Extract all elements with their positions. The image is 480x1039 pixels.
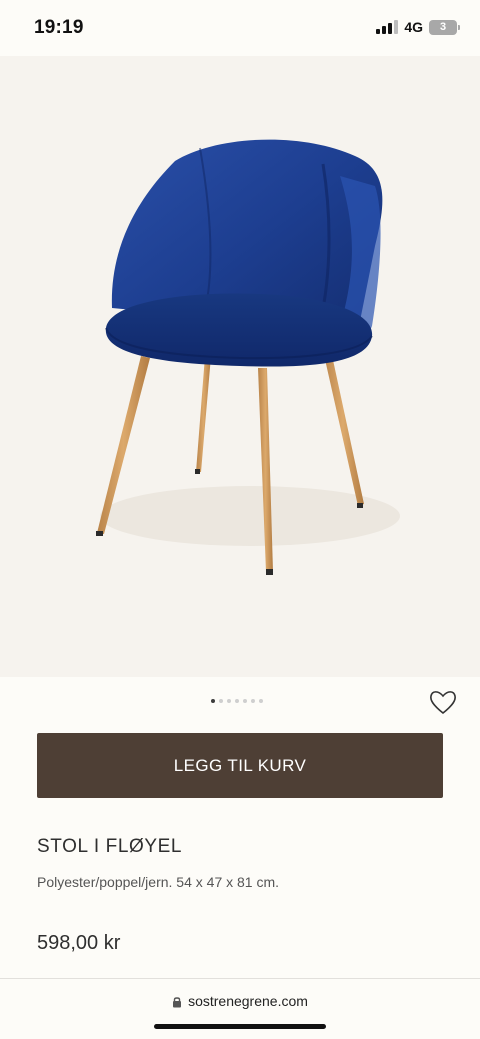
carousel-dot[interactable]	[259, 699, 263, 703]
chair-illustration	[96, 139, 400, 575]
lock-icon	[172, 995, 182, 1008]
carousel-dot[interactable]	[243, 699, 247, 703]
carousel-dot[interactable]	[219, 699, 223, 703]
favorite-heart-icon[interactable]	[428, 688, 458, 716]
battery-icon: 3	[429, 19, 460, 35]
status-bar: 19:19 4G 3	[0, 0, 480, 56]
carousel-dot[interactable]	[227, 699, 231, 703]
product-image[interactable]	[0, 56, 480, 677]
product-title: STOL I FLØYEL	[37, 836, 183, 857]
product-description: Polyester/poppel/jern. 54 x 47 x 81 cm.	[37, 874, 280, 890]
carousel-dots[interactable]	[211, 699, 263, 703]
browser-url-bar[interactable]: sostrenegrene.com	[0, 978, 480, 1039]
signal-icon	[376, 20, 399, 34]
url-text[interactable]: sostrenegrene.com	[188, 993, 308, 1009]
status-indicators: 4G 3	[376, 19, 460, 35]
network-type: 4G	[404, 19, 423, 35]
product-price: 598,00 kr	[37, 932, 121, 954]
carousel-dot[interactable]	[211, 699, 215, 703]
carousel-dot[interactable]	[251, 699, 255, 703]
home-indicator[interactable]	[154, 1024, 326, 1029]
add-to-cart-button[interactable]: LEGG TIL KURV	[37, 733, 443, 798]
carousel-dot[interactable]	[235, 699, 239, 703]
status-time: 19:19	[34, 17, 84, 38]
battery-level: 3	[429, 19, 457, 35]
